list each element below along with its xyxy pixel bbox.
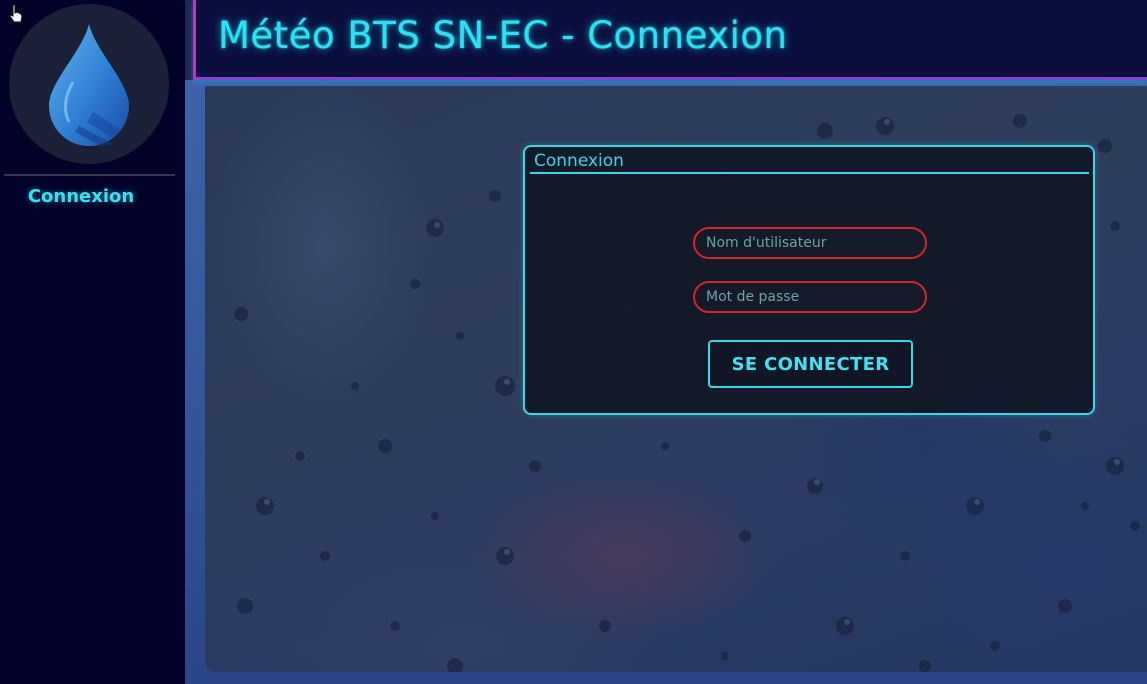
header-bar: Météo BTS SN-EC - Connexion — [193, 0, 1147, 80]
water-drop-icon — [49, 24, 129, 146]
login-button[interactable]: SE CONNECTER — [708, 340, 913, 388]
login-panel: Connexion SE CONNECTER — [523, 145, 1095, 415]
sidebar: Connexion — [0, 0, 185, 684]
logo[interactable] — [9, 4, 169, 164]
password-input[interactable] — [693, 281, 927, 313]
page-title: Météo BTS SN-EC - Connexion — [218, 14, 788, 57]
sidebar-divider — [4, 174, 175, 176]
hand-cursor-icon — [9, 4, 23, 23]
panel-legend: Connexion — [534, 151, 624, 171]
username-input[interactable] — [693, 227, 927, 259]
sidebar-item-connexion[interactable]: Connexion — [0, 186, 162, 207]
panel-divider — [530, 172, 1089, 174]
